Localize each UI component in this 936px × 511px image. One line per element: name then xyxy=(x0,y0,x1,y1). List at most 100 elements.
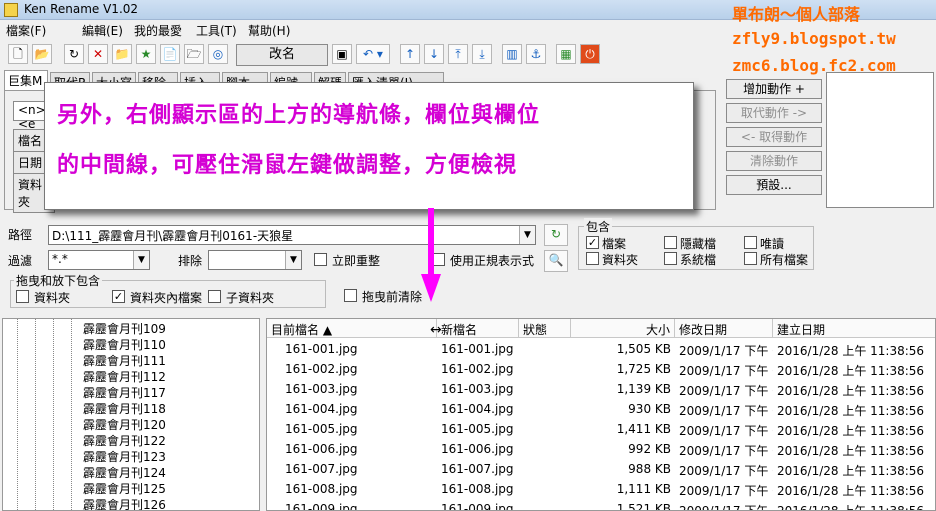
exclude-input[interactable]: ▼ xyxy=(208,250,302,270)
dd-clear-label: 拖曳前清除 xyxy=(362,290,423,304)
document-icon[interactable]: 📄 xyxy=(160,44,180,64)
table-row[interactable]: 161-001.jpg 161-001.jpg 1,505 KB 2009/1/17 … xyxy=(267,339,935,359)
table-row[interactable]: 161-004.jpg 161-004.jpg 930 KB 2009/1/17 下午… xyxy=(267,399,935,419)
undo-icon[interactable]: ↶ ▾ xyxy=(356,44,390,64)
table-row[interactable]: 161-007.jpg 161-007.jpg 988 KB 2009/1/17 下午… xyxy=(267,459,935,479)
columns-icon[interactable]: ▥ xyxy=(502,44,522,64)
row-modified: 2009/1/17 下午 0 xyxy=(679,444,773,458)
move-up-icon[interactable]: ↑ xyxy=(400,44,420,64)
path-input[interactable]: D:\111_霹靂會月刊\霹靂會月刊0161-天狼星 ▼ xyxy=(48,225,536,245)
include-system-checkbox[interactable] xyxy=(664,252,677,265)
menu-help[interactable]: 幫助(H) xyxy=(248,22,290,39)
table-row[interactable]: 161-006.jpg 161-006.jpg 992 KB 2009/1/17 下午… xyxy=(267,439,935,459)
target-icon[interactable]: ◎ xyxy=(208,44,228,64)
tree-item[interactable]: 霹靂會月刊122 xyxy=(83,432,166,449)
table-row[interactable]: 161-005.jpg 161-005.jpg 1,411 KB 2009/1/17 … xyxy=(267,419,935,439)
move-down-icon[interactable]: ↓ xyxy=(424,44,444,64)
power-icon[interactable]: ⏻ xyxy=(580,44,600,64)
search-icon[interactable]: 🔍 xyxy=(544,250,568,272)
get-action-button[interactable]: <- 取得動作 xyxy=(726,127,822,147)
grid-icon[interactable]: ▦ xyxy=(556,44,576,64)
chevron-down-icon[interactable]: ▼ xyxy=(285,251,301,269)
rename-button[interactable]: 改名 xyxy=(236,44,328,66)
chevron-down-icon[interactable]: ▼ xyxy=(133,251,149,269)
col-size[interactable]: 大小 xyxy=(571,319,675,338)
col-new-name[interactable]: 新檔名 xyxy=(437,319,519,338)
add-action-button[interactable]: 增加動作 + xyxy=(726,79,822,99)
tree-item[interactable]: 霹靂會月刊117 xyxy=(83,384,166,401)
tree-item[interactable]: 霹靂會月刊124 xyxy=(83,464,166,481)
tree-guide-line xyxy=(17,319,18,510)
menu-file[interactable]: 檔案(F) xyxy=(6,22,46,39)
col-modified[interactable]: 修改日期 xyxy=(675,319,773,338)
filter-value: *.* xyxy=(52,252,68,266)
tab-macro[interactable]: 巨集M xyxy=(4,70,48,90)
tree-guide-line xyxy=(35,319,36,510)
action-list[interactable] xyxy=(826,72,934,208)
tree-item[interactable]: 霹靂會月刊123 xyxy=(83,448,166,465)
new-icon[interactable]: 🗋 xyxy=(8,44,28,64)
open-folder-icon[interactable]: 📂 xyxy=(32,44,52,64)
include-readonly-checkbox[interactable] xyxy=(744,236,757,249)
tree-item[interactable]: 霹靂會月刊111 xyxy=(83,352,166,369)
menu-edit[interactable]: 編輯(E) xyxy=(82,22,123,39)
monitor-icon[interactable]: ▣ xyxy=(332,44,352,64)
replace-action-button[interactable]: 取代動作 -> xyxy=(726,103,822,123)
row-modified: 2009/1/17 下午 0 xyxy=(679,464,773,478)
include-folder-checkbox[interactable] xyxy=(586,252,599,265)
menu-favorites[interactable]: 我的最愛 xyxy=(134,22,182,39)
app-icon xyxy=(4,3,18,17)
clear-action-button[interactable]: 清除動作 xyxy=(726,151,822,171)
col-status[interactable]: 狀態 xyxy=(519,319,571,338)
move-top-icon[interactable]: ⤒ xyxy=(448,44,468,64)
row-new-name: 161-005.jpg xyxy=(441,422,514,436)
default-button[interactable]: 預設... xyxy=(726,175,822,195)
dd-subfolder-checkbox[interactable] xyxy=(208,290,221,303)
menu-tools[interactable]: 工具(T) xyxy=(196,22,237,39)
row-size: 1,411 KB xyxy=(616,422,671,436)
include-all-checkbox[interactable] xyxy=(744,252,757,265)
tree-item[interactable]: 霹靂會月刊109 xyxy=(83,320,166,337)
row-created: 2016/1/28 上午 11:38:56 xyxy=(777,504,925,511)
anchor-icon[interactable]: ⚓ xyxy=(526,44,546,64)
table-row[interactable]: 161-008.jpg 161-008.jpg 1,111 KB 2009/1/17 … xyxy=(267,479,935,499)
include-file-checkbox[interactable]: ✓ xyxy=(586,236,599,249)
dd-files-checkbox[interactable]: ✓ xyxy=(112,290,125,303)
filter-input[interactable]: *.* ▼ xyxy=(48,250,150,270)
row-size: 1,521 KB xyxy=(616,502,671,511)
include-hidden-checkbox[interactable] xyxy=(664,236,677,249)
col-current-name[interactable]: 目前檔名 ▲ xyxy=(267,319,437,338)
include-title: 包含 xyxy=(584,218,613,235)
move-bottom-icon[interactable]: ⤓ xyxy=(472,44,492,64)
tree-guide-line xyxy=(53,319,54,510)
refresh-icon[interactable]: ↻ xyxy=(64,44,84,64)
tree-item[interactable]: 霹靂會月刊118 xyxy=(83,400,166,417)
row-current-name: 161-005.jpg xyxy=(285,422,358,436)
table-row[interactable]: 161-003.jpg 161-003.jpg 1,139 KB 2009/1/17 … xyxy=(267,379,935,399)
instant-redo-label: 立即重整 xyxy=(332,254,381,268)
row-size: 1,505 KB xyxy=(616,342,671,356)
folder-icon[interactable]: 📁 xyxy=(112,44,132,64)
window-title: Ken Rename V1.02 xyxy=(24,2,139,16)
col-created[interactable]: 建立日期 xyxy=(773,319,935,338)
table-row[interactable]: 161-002.jpg 161-002.jpg 1,725 KB 2009/1/17 … xyxy=(267,359,935,379)
dd-folder-checkbox[interactable] xyxy=(16,290,29,303)
delete-icon[interactable]: ✕ xyxy=(88,44,108,64)
tree-item[interactable]: 霹靂會月刊125 xyxy=(83,480,166,497)
callout-line-2: 的中間線，可壓住滑鼠左鍵做調整，方便檢視 xyxy=(57,153,518,178)
instant-redo-checkbox[interactable] xyxy=(314,253,327,266)
folder-open-icon[interactable]: 🗁 xyxy=(184,44,204,64)
favorite-icon[interactable]: ★ xyxy=(136,44,156,64)
tree-item[interactable]: 霹靂會月刊110 xyxy=(83,336,166,353)
row-modified: 2009/1/17 下午 0 xyxy=(679,484,773,498)
dd-folder-label: 資料夾 xyxy=(34,291,71,305)
tree-item[interactable]: 霹靂會月刊112 xyxy=(83,368,166,385)
row-new-name: 161-004.jpg xyxy=(441,402,514,416)
table-row[interactable]: 161-009.jpg 161-009.jpg 1,521 KB 2009/1/17 … xyxy=(267,499,935,511)
tree-item[interactable]: 霹靂會月刊126 xyxy=(83,496,166,510)
chevron-down-icon[interactable]: ▼ xyxy=(519,226,535,244)
refresh-path-icon[interactable]: ↻ xyxy=(544,224,568,246)
dd-clear-checkbox[interactable] xyxy=(344,289,357,302)
tree-item[interactable]: 霹靂會月刊120 xyxy=(83,416,166,433)
row-created: 2016/1/28 上午 11:38:56 xyxy=(777,444,925,458)
